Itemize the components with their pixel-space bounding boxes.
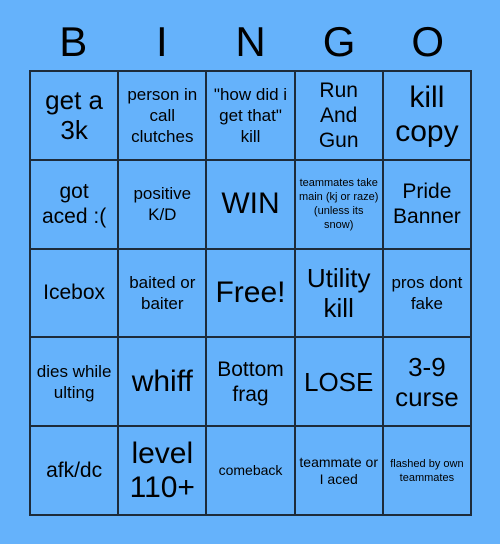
bingo-cell-r2c2[interactable]: positive K/D xyxy=(119,160,208,250)
bingo-cell-label: WIN xyxy=(221,187,280,221)
bingo-cell-label: dies while ulting xyxy=(36,361,112,402)
bingo-cell-label: LOSE xyxy=(304,366,374,397)
bingo-grid: get a 3k person in call clutches "how did … xyxy=(29,70,472,516)
bingo-cell-label: baited or baiter xyxy=(129,272,196,313)
bingo-cell-r3c4[interactable]: Utility kill xyxy=(295,249,384,339)
bingo-cell-label: teammate or I aced xyxy=(299,453,378,487)
bingo-cell-r5c2[interactable]: level 110+ xyxy=(119,427,208,516)
bingo-cell-label: flashed by own teammates xyxy=(390,457,464,484)
bingo-cell-r3c2[interactable]: baited or baiter xyxy=(119,249,208,339)
bingo-cell-r2c1[interactable]: got aced :( xyxy=(31,160,120,250)
bingo-header-letter-b: B xyxy=(59,18,88,65)
bingo-cell-r3c1[interactable]: Icebox xyxy=(31,249,120,339)
bingo-cell-r5c3[interactable]: comeback xyxy=(207,427,296,516)
bingo-cell-r4c2[interactable]: whiff xyxy=(119,338,208,428)
bingo-cell-label: kill copy xyxy=(395,81,459,149)
bingo-header-letter-i: I xyxy=(156,18,168,65)
bingo-header-letter-o: O xyxy=(411,18,444,65)
bingo-cell-label: level 110+ xyxy=(129,436,195,504)
bingo-cell-label: got aced :( xyxy=(41,180,107,229)
bingo-cell-label: positive K/D xyxy=(133,184,192,225)
bingo-cell-label: Utility kill xyxy=(306,262,371,323)
bingo-cell-r1c4[interactable]: Run And Gun xyxy=(295,72,384,161)
bingo-card: B I N G O get a 3k person in call clutches "ho… xyxy=(0,0,500,544)
bingo-cell-r2c5[interactable]: Pride Banner xyxy=(383,160,472,250)
bingo-cell-label: pros dont fake xyxy=(391,272,463,313)
bingo-cell-label: Pride Banner xyxy=(393,180,461,229)
bingo-cell-r4c4[interactable]: LOSE xyxy=(295,338,384,428)
bingo-cell-label: Icebox xyxy=(43,281,106,305)
bingo-cell-label: teammates take main (kj or raze) (unless… xyxy=(298,177,379,232)
bingo-cell-label: comeback xyxy=(218,462,283,479)
bingo-header-row: BINGO xyxy=(29,14,472,70)
bingo-header-letter-g: G xyxy=(322,18,356,65)
bingo-cell-r2c4[interactable]: teammates take main (kj or raze) (unless… xyxy=(295,160,384,250)
bingo-cell-label: get a 3k xyxy=(45,85,103,146)
bingo-cell-r1c2[interactable]: person in call clutches xyxy=(119,72,208,161)
bingo-cell-label: person in call clutches xyxy=(127,84,198,146)
bingo-cell-r5c1[interactable]: afk/dc xyxy=(31,427,120,516)
bingo-cell-r4c5[interactable]: 3-9 curse xyxy=(383,338,472,428)
bingo-cell-r2c3[interactable]: WIN xyxy=(207,160,296,250)
bingo-cell-r5c5[interactable]: flashed by own teammates xyxy=(383,427,472,516)
bingo-cell-r3c5[interactable]: pros dont fake xyxy=(383,249,472,339)
bingo-cell-label: "how did i get that" kill xyxy=(213,84,288,146)
bingo-cell-label: Free! xyxy=(215,275,286,309)
bingo-cell-r1c5[interactable]: kill copy xyxy=(383,72,472,161)
bingo-cell-label: 3-9 curse xyxy=(395,351,459,412)
bingo-cell-label: whiff xyxy=(131,364,193,398)
bingo-cell-r5c4[interactable]: teammate or I aced xyxy=(295,427,384,516)
bingo-cell-r4c3[interactable]: Bottom frag xyxy=(207,338,296,428)
bingo-cell-r4c1[interactable]: dies while ulting xyxy=(31,338,120,428)
bingo-cell-r3c3[interactable]: Free! xyxy=(207,249,296,339)
bingo-cell-r1c3[interactable]: "how did i get that" kill xyxy=(207,72,296,161)
bingo-cell-label: Bottom frag xyxy=(217,357,284,406)
bingo-cell-r1c1[interactable]: get a 3k xyxy=(31,72,120,161)
bingo-cell-label: Run And Gun xyxy=(318,78,359,152)
bingo-header-letter-n: N xyxy=(235,18,266,65)
bingo-cell-label: afk/dc xyxy=(46,459,103,483)
